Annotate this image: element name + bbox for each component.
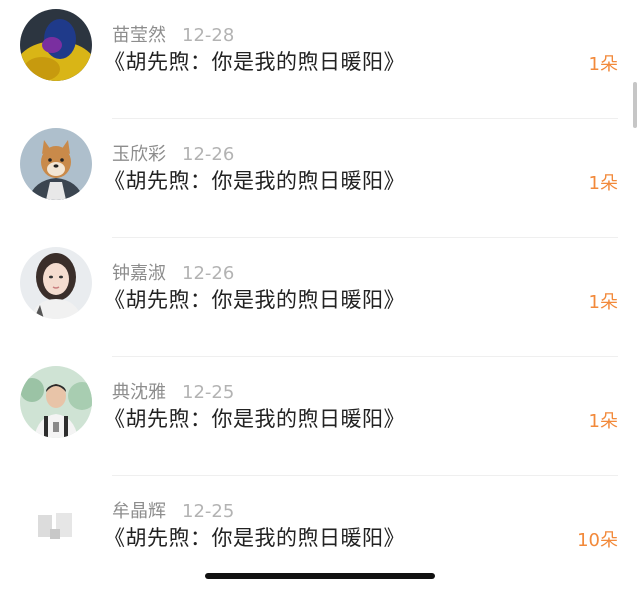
faded-white-avatar-icon	[20, 485, 92, 557]
flower-count: 1朵	[588, 411, 618, 432]
gift-list-screen: 苗莹然 12-28 《胡先煦：你是我的煦日暖阳》 1朵 玉欣彩 12-26 《胡…	[0, 0, 640, 592]
gift-title[interactable]: 《胡先煦：你是我的煦日暖阳》	[104, 165, 405, 195]
gift-title[interactable]: 《胡先煦：你是我的煦日暖阳》	[104, 522, 405, 552]
flower-count: 1朵	[588, 292, 618, 313]
girl-portrait-avatar-icon	[20, 247, 92, 319]
boy-outdoor-avatar-icon	[20, 366, 92, 438]
avatar[interactable]	[20, 366, 92, 438]
blurry-yellow-figure-avatar-icon	[20, 9, 92, 81]
username[interactable]: 牟晶辉	[112, 501, 166, 522]
scrollbar[interactable]	[633, 82, 637, 128]
gift-date: 12-25	[182, 382, 235, 403]
user-meta: 钟嘉淑 12-26	[112, 259, 235, 284]
flower-count: 1朵	[588, 173, 618, 194]
list-item[interactable]: 苗莹然 12-28 《胡先煦：你是我的煦日暖阳》 1朵	[0, 0, 640, 119]
avatar[interactable]	[20, 485, 92, 557]
user-meta: 典沈雅 12-25	[112, 378, 235, 403]
username[interactable]: 典沈雅	[112, 382, 166, 403]
user-meta: 玉欣彩 12-26	[112, 140, 235, 165]
gift-date: 12-28	[182, 25, 235, 46]
user-meta: 牟晶辉 12-25	[112, 497, 235, 522]
flower-count: 10朵	[577, 530, 618, 551]
list-item[interactable]: 典沈雅 12-25 《胡先煦：你是我的煦日暖阳》 1朵	[0, 357, 640, 476]
username[interactable]: 玉欣彩	[112, 144, 166, 165]
username[interactable]: 苗莹然	[112, 25, 166, 46]
home-indicator[interactable]	[205, 573, 435, 579]
gift-title[interactable]: 《胡先煦：你是我的煦日暖阳》	[104, 284, 405, 314]
username[interactable]: 钟嘉淑	[112, 263, 166, 284]
avatar[interactable]	[20, 247, 92, 319]
avatar[interactable]	[20, 9, 92, 81]
list-item[interactable]: 玉欣彩 12-26 《胡先煦：你是我的煦日暖阳》 1朵	[0, 119, 640, 238]
list-item[interactable]: 钟嘉淑 12-26 《胡先煦：你是我的煦日暖阳》 1朵	[0, 238, 640, 357]
user-meta: 苗莹然 12-28	[112, 21, 235, 46]
gift-title[interactable]: 《胡先煦：你是我的煦日暖阳》	[104, 46, 405, 76]
gift-date: 12-25	[182, 501, 235, 522]
gift-date: 12-26	[182, 144, 235, 165]
shiba-dog-avatar-icon	[20, 128, 92, 200]
flower-count: 1朵	[588, 54, 618, 75]
gift-title[interactable]: 《胡先煦：你是我的煦日暖阳》	[104, 403, 405, 433]
gift-date: 12-26	[182, 263, 235, 284]
avatar[interactable]	[20, 128, 92, 200]
